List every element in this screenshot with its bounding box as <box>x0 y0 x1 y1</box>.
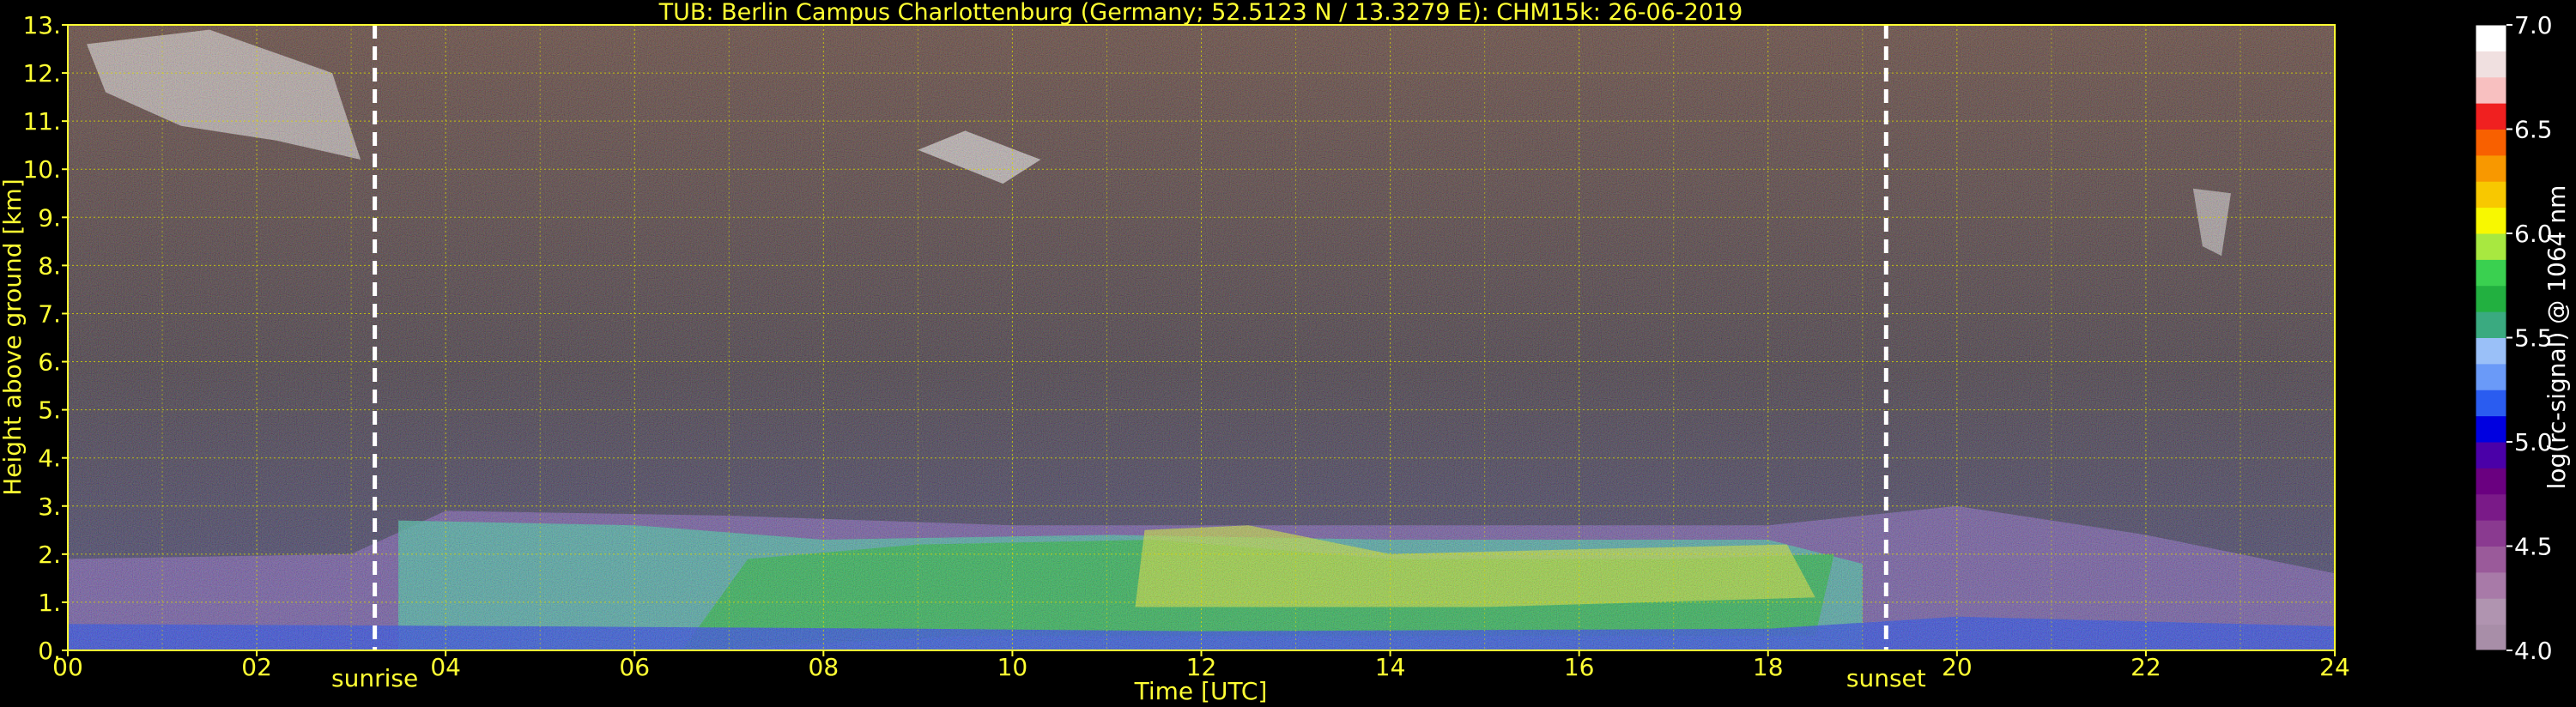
plot-area <box>68 25 2335 650</box>
x-tick-label: 20 <box>1942 653 1973 681</box>
marker-label: sunrise <box>331 664 418 692</box>
colorbar-tick-label: 7.0 <box>2514 11 2553 39</box>
x-tick-label: 16 <box>1564 653 1595 681</box>
x-tick-label: 06 <box>619 653 650 681</box>
colorbar-swatch <box>2476 390 2506 417</box>
colorbar-swatch <box>2476 76 2506 104</box>
colorbar-swatch <box>2476 415 2506 443</box>
x-tick-label: 10 <box>997 653 1028 681</box>
colorbar-swatch <box>2476 285 2506 312</box>
marker-labels: sunrise sunset <box>331 664 1926 692</box>
colorbar-swatch <box>2476 154 2506 182</box>
marker-label: sunset <box>1846 664 1926 692</box>
colorbar-swatch <box>2476 311 2506 338</box>
x-tick-label: 08 <box>809 653 839 681</box>
y-tick-label: 7. <box>38 299 61 328</box>
colorbar-swatch <box>2476 181 2506 208</box>
colorbar-swatch <box>2476 493 2506 521</box>
colorbar-swatch <box>2476 207 2506 234</box>
y-tick-label: 4. <box>38 444 61 473</box>
colorbar-label: log(rc-signal) @ 1064 nm <box>2543 185 2571 490</box>
colorbar-swatch <box>2476 546 2506 573</box>
colorbar-swatch <box>2476 337 2506 365</box>
x-tick-label: 04 <box>430 653 461 681</box>
y-tick-label: 9. <box>38 203 61 232</box>
colorbar-swatch <box>2476 598 2506 625</box>
chart-title: TUB: Berlin Campus Charlottenburg (Germa… <box>658 0 1743 26</box>
y-axis-label: Height above ground [km] <box>0 178 27 496</box>
x-tick-label: 14 <box>1375 653 1406 681</box>
colorbar-swatch <box>2476 624 2506 651</box>
colorbar-swatch <box>2476 468 2506 495</box>
y-tick-label: 3. <box>38 492 61 521</box>
colorbar-tick-label: 4.5 <box>2514 533 2553 561</box>
x-tick-label: 24 <box>2319 653 2350 681</box>
colorbar <box>2475 24 2507 651</box>
y-tick-label: 5. <box>38 396 61 425</box>
colorbar-swatch <box>2476 363 2506 390</box>
colorbar-swatch <box>2476 129 2506 156</box>
ceilometer-chart: TUB: Berlin Campus Charlottenburg (Germa… <box>0 0 2571 705</box>
colorbar-tick-label: 6.5 <box>2514 116 2553 144</box>
colorbar-swatch <box>2476 25 2506 51</box>
y-tick-label: 10. <box>22 155 61 184</box>
colorbar-swatch <box>2476 51 2506 78</box>
y-tick-label: 13. <box>22 11 61 39</box>
colorbar-swatch <box>2476 233 2506 260</box>
y-tick-label: 6. <box>38 348 61 377</box>
y-tick-label: 11. <box>22 107 61 136</box>
colorbar-tick-label: 4.0 <box>2514 637 2553 665</box>
colorbar-swatch <box>2476 571 2506 599</box>
y-tick-label: 0. <box>38 637 61 665</box>
colorbar-swatch <box>2476 103 2506 130</box>
colorbar-swatch <box>2476 520 2506 547</box>
colorbar-swatch <box>2476 259 2506 287</box>
x-tick-label: 12 <box>1186 653 1217 681</box>
x-tick-label: 02 <box>241 653 272 681</box>
y-tick-label: 2. <box>38 541 61 569</box>
y-tick-label: 8. <box>38 251 61 280</box>
y-ticks: 0. 1. 2. 3. 4. 5. 6. 7. 8. 9. 10. 11. 12. 13. <box>22 11 68 665</box>
x-tick-label: 22 <box>2131 653 2161 681</box>
y-tick-label: 12. <box>22 59 61 88</box>
x-tick-label: 18 <box>1753 653 1784 681</box>
colorbar-swatch <box>2476 442 2506 468</box>
noise-overlay <box>68 25 2335 650</box>
y-tick-label: 1. <box>38 589 61 617</box>
